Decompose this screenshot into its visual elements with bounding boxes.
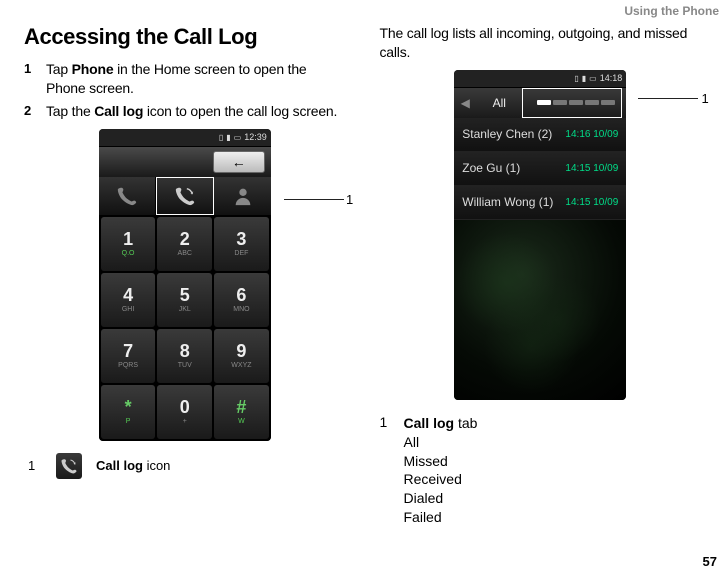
signal-icon: ▯ — [219, 133, 223, 142]
legend-number: 1 — [28, 458, 42, 473]
figure-legend: 1 Call log icon — [28, 453, 346, 479]
wallpaper-area — [454, 220, 626, 400]
heading-accessing-call-log: Accessing the Call Log — [24, 24, 346, 50]
call-log-icon — [60, 457, 78, 475]
key-5[interactable]: 5JKL — [157, 273, 212, 327]
tab-prev-arrow[interactable]: ◀ — [454, 96, 476, 110]
status-bar: ▯ ▮ ▭ 14:18 — [454, 70, 626, 88]
tab-call-log[interactable] — [156, 177, 214, 215]
status-clock: 12:39 — [244, 132, 267, 142]
callout-line — [638, 98, 698, 99]
tab-contacts[interactable] — [214, 177, 270, 215]
dialer-tabs — [99, 177, 271, 215]
log-name: William Wong (1) — [462, 195, 553, 209]
key-3[interactable]: 3DEF — [214, 217, 269, 271]
tab-label-all[interactable]: All — [476, 96, 522, 110]
seg-5 — [601, 100, 615, 105]
step-2: 2 Tap the Call log icon to open the call… — [24, 102, 346, 121]
status-bar: ▯ ▮ ▭ 12:39 — [99, 129, 271, 147]
legend-icon-box — [56, 453, 82, 479]
log-time: 14:15 10/09 — [565, 197, 618, 208]
callout-line — [284, 199, 344, 200]
legend-list: Call log tab All Missed Received Dialed … — [404, 414, 478, 527]
right-column: The call log lists all incoming, outgoin… — [380, 24, 702, 527]
signal-icon: ▯ — [574, 74, 578, 83]
key-4[interactable]: 4GHI — [101, 273, 156, 327]
legend-label: Call log icon — [96, 458, 170, 473]
legend-item: Failed — [404, 508, 478, 527]
step-number: 1 — [24, 60, 46, 98]
left-column: Accessing the Call Log 1 Tap Phone in th… — [24, 24, 346, 527]
wifi-icon: ▮ — [226, 133, 230, 142]
back-icon: ← — [232, 154, 246, 170]
battery-icon: ▭ — [589, 74, 597, 83]
page-number: 57 — [703, 554, 717, 569]
log-time: 14:15 10/09 — [565, 163, 618, 174]
tab-indicator[interactable] — [522, 88, 622, 118]
log-name: Zoe Gu (1) — [462, 161, 520, 175]
call-log-icon — [174, 185, 196, 207]
status-clock: 14:18 — [600, 73, 623, 83]
legend-item: Received — [404, 470, 478, 489]
key-9[interactable]: 9WXYZ — [214, 329, 269, 383]
seg-4 — [585, 100, 599, 105]
log-entry[interactable]: William Wong (1) 14:15 10/09 — [454, 186, 626, 220]
legend-item: Missed — [404, 452, 478, 471]
key-1[interactable]: 1Q.O — [101, 217, 156, 271]
step-1: 1 Tap Phone in the Home screen to open t… — [24, 60, 346, 98]
seg-2 — [553, 100, 567, 105]
key-8[interactable]: 8TUV — [157, 329, 212, 383]
callout-number: 1 — [702, 91, 709, 106]
back-button[interactable]: ← — [213, 151, 265, 173]
steps-list: 1 Tap Phone in the Home screen to open t… — [24, 60, 346, 121]
figure-dialer: ▯ ▮ ▭ 12:39 ← — [24, 129, 346, 441]
intro-text: The call log lists all incoming, outgoin… — [380, 24, 702, 62]
key-hash[interactable]: #W — [214, 385, 269, 439]
call-log-tabbar: ◀ All — [454, 88, 626, 118]
handset-icon — [116, 185, 138, 207]
legend-item: All — [404, 433, 478, 452]
legend-title: Call log tab — [404, 414, 478, 433]
key-7[interactable]: 7PQRS — [101, 329, 156, 383]
phone-screenshot-call-log: ▯ ▮ ▭ 14:18 ◀ All — [454, 70, 626, 400]
log-name: Stanley Chen (2) — [462, 127, 552, 141]
figure-legend-2: 1 Call log tab All Missed Received Diale… — [380, 414, 702, 527]
callout-number: 1 — [346, 192, 353, 207]
step-number: 2 — [24, 102, 46, 121]
log-time: 14:16 10/09 — [565, 129, 618, 140]
key-2[interactable]: 2ABC — [157, 217, 212, 271]
tab-dialpad[interactable] — [99, 177, 156, 215]
figure-call-log: ▯ ▮ ▭ 14:18 ◀ All — [380, 70, 702, 400]
contact-icon — [232, 185, 254, 207]
step-text: Tap Phone in the Home screen to open the… — [46, 60, 346, 98]
log-entry[interactable]: Stanley Chen (2) 14:16 10/09 — [454, 118, 626, 152]
wifi-icon: ▮ — [582, 74, 586, 83]
seg-3 — [569, 100, 583, 105]
key-star[interactable]: *P — [101, 385, 156, 439]
legend-item: Dialed — [404, 489, 478, 508]
seg-1 — [537, 100, 551, 105]
phone-screenshot-dialer: ▯ ▮ ▭ 12:39 ← — [99, 129, 271, 441]
key-0[interactable]: 0+ — [157, 385, 212, 439]
nav-bar: ← — [99, 147, 271, 177]
key-6[interactable]: 6MNO — [214, 273, 269, 327]
log-entry[interactable]: Zoe Gu (1) 14:15 10/09 — [454, 152, 626, 186]
battery-icon: ▭ — [234, 133, 242, 142]
step-text: Tap the Call log icon to open the call l… — [46, 102, 346, 121]
keypad: 1Q.O 2ABC 3DEF 4GHI 5JKL 6MNO 7PQRS 8TUV… — [99, 215, 271, 441]
legend-number: 1 — [380, 414, 404, 527]
section-header: Using the Phone — [624, 4, 719, 18]
